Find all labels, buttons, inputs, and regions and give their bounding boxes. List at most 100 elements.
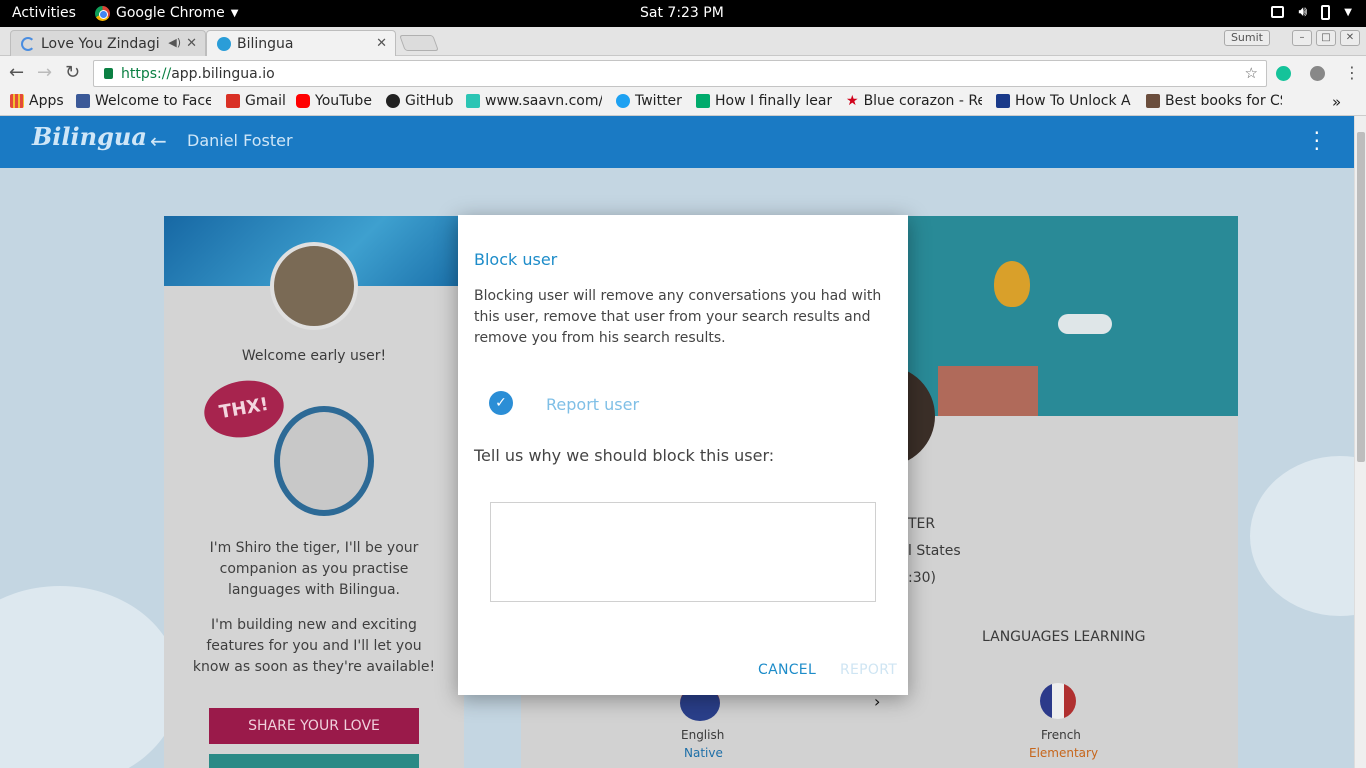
site-icon — [996, 94, 1010, 108]
bookmark-blue-corazon[interactable]: ★ Blue corazon - Re — [846, 93, 982, 109]
learning-level: Elementary — [1029, 746, 1099, 760]
forward-button[interactable]: → — [37, 62, 52, 83]
gmail-icon — [226, 94, 240, 108]
site-icon — [1146, 94, 1160, 108]
cancel-button[interactable]: CANCEL — [758, 662, 816, 678]
report-user-checkbox[interactable]: ✓ — [489, 391, 513, 415]
bookmark-twitter[interactable]: Twitter — [616, 93, 686, 109]
more-bookmarks-icon[interactable]: » — [1332, 93, 1341, 111]
mute-icon[interactable]: ◀︎) — [168, 36, 181, 49]
avatar — [270, 242, 358, 330]
apps-grid-icon — [10, 94, 24, 108]
twitter-icon — [616, 94, 630, 108]
maximize-button[interactable]: □ — [1316, 30, 1336, 46]
saavn-icon — [466, 94, 480, 108]
tab-bilingua[interactable]: Bilingua ✕ — [206, 30, 396, 56]
balloon-icon — [994, 261, 1030, 307]
app-menu-label: Google Chrome — [116, 5, 225, 21]
github-icon — [386, 94, 400, 108]
bookmark-how-to-unlock[interactable]: How To Unlock A — [996, 93, 1132, 109]
close-icon[interactable]: ✕ — [186, 36, 197, 51]
learning-language: French — [1041, 728, 1081, 742]
bookmark-saavn[interactable]: www.saavn.com/ — [466, 93, 602, 109]
bookmark-medium[interactable]: How I finally lear — [696, 93, 832, 109]
grammarly-icon[interactable] — [1276, 66, 1291, 81]
bookmark-apps[interactable]: Apps — [10, 93, 70, 109]
gnome-top-bar: Activities Google Chrome ▼ Sat 7:23 PM 🔊… — [0, 0, 1366, 27]
chevron-down-icon: ▼ — [1344, 6, 1352, 18]
profile-time-partial: :30) — [908, 570, 936, 586]
scrollbar-thumb[interactable] — [1357, 132, 1365, 462]
intro-paragraph: I'm Shiro the tiger, I'll be your compan… — [209, 540, 419, 598]
profile-name-partial: TER — [908, 516, 936, 532]
welcome-text: Welcome early user! — [241, 348, 387, 364]
dialog-title: Block user — [474, 250, 558, 269]
window-icon — [1271, 6, 1285, 18]
background-cloud — [1250, 456, 1354, 616]
bookmark-gmail[interactable]: Gmail — [226, 93, 288, 109]
profile-button[interactable]: Sumit — [1223, 30, 1270, 46]
block-reason-textarea[interactable] — [490, 502, 876, 602]
chrome-icon — [95, 5, 110, 21]
native-level: Native — [684, 746, 723, 760]
reload-button[interactable]: ↻ — [65, 62, 80, 83]
menu-icon[interactable]: ⋮ — [1344, 63, 1360, 82]
facebook-icon — [76, 94, 90, 108]
feedback-button[interactable] — [209, 754, 419, 768]
lock-icon — [104, 68, 113, 79]
back-button[interactable]: ← — [9, 62, 24, 83]
medium-icon — [696, 94, 710, 108]
tab-strip: Love You Zindagi ◀︎) ✕ Bilingua ✕ Sumit … — [0, 27, 1366, 56]
app-header: Bilingua ← Daniel Foster · · · — [0, 116, 1354, 168]
background-cloud — [0, 586, 180, 768]
tab-title: Love You Zindagi — [41, 36, 160, 52]
star-icon[interactable]: ☆ — [1245, 64, 1258, 82]
profile-name: Daniel Foster — [187, 131, 293, 150]
share-your-love-button[interactable]: SHARE YOUR LOVE — [209, 708, 419, 744]
star-icon: ★ — [846, 93, 859, 109]
youtube-icon — [296, 94, 310, 108]
report-button[interactable]: REPORT — [840, 662, 897, 678]
bilingua-logo[interactable]: Bilingua — [32, 122, 147, 151]
minimize-button[interactable]: – — [1292, 30, 1312, 46]
activities-button[interactable]: Activities — [12, 5, 76, 21]
features-paragraph: I'm building new and exciting features f… — [192, 617, 436, 675]
back-arrow-icon[interactable]: ← — [150, 129, 167, 153]
tiger-mascot — [274, 406, 374, 516]
block-reason-label: Tell us why we should block this user: — [474, 446, 775, 465]
volume-icon: 🔊︎ — [1298, 4, 1308, 20]
window-controls: – □ ✕ — [1292, 30, 1360, 46]
mascot-card: Welcome early user! THX! I'm Shiro the t… — [164, 216, 464, 768]
clock[interactable]: Sat 7:23 PM — [640, 5, 724, 21]
url-host: app.bilingua.io — [171, 66, 275, 82]
new-tab-button[interactable] — [399, 35, 439, 51]
close-window-button[interactable]: ✕ — [1340, 30, 1360, 46]
native-language: English — [681, 728, 725, 742]
cloud-icon — [1058, 314, 1112, 334]
report-user-label[interactable]: Report user — [546, 395, 639, 414]
mascot-illustration: THX! — [199, 374, 384, 521]
chevron-down-icon: ▼ — [230, 7, 239, 19]
tab-title: Bilingua — [237, 36, 294, 52]
page-content: Bilingua ← Daniel Foster · · · Welcome ear… — [0, 116, 1354, 768]
tab-love-you-zindagi[interactable]: Love You Zindagi ◀︎) ✕ — [10, 30, 206, 56]
bookmark-best-books[interactable]: Best books for CS — [1146, 93, 1282, 109]
close-icon[interactable]: ✕ — [376, 36, 387, 51]
bookmark-youtube[interactable]: YouTube — [296, 93, 376, 109]
url-scheme: https:// — [121, 66, 172, 82]
block-user-dialog: Block user Blocking user will remove any… — [458, 215, 908, 695]
loading-icon — [21, 37, 35, 51]
extension-icon[interactable] — [1310, 66, 1325, 81]
speech-bubble: THX! — [199, 374, 289, 444]
address-bar[interactable]: https://app.bilingua.io ☆ — [93, 60, 1267, 87]
bilingua-favicon-icon — [217, 37, 231, 51]
page-scrollbar[interactable] — [1354, 116, 1366, 768]
bookmark-facebook[interactable]: Welcome to Face — [76, 93, 211, 109]
houses-illustration — [938, 366, 1038, 416]
system-tray[interactable]: 🔊︎ ▼ — [1271, 4, 1352, 20]
french-flag-icon — [1040, 683, 1076, 719]
bookmark-github[interactable]: GitHub — [386, 93, 456, 109]
more-options-icon[interactable]: · · · — [1314, 123, 1320, 159]
profile-banner — [908, 216, 1238, 416]
app-menu[interactable]: Google Chrome ▼ — [95, 5, 238, 21]
